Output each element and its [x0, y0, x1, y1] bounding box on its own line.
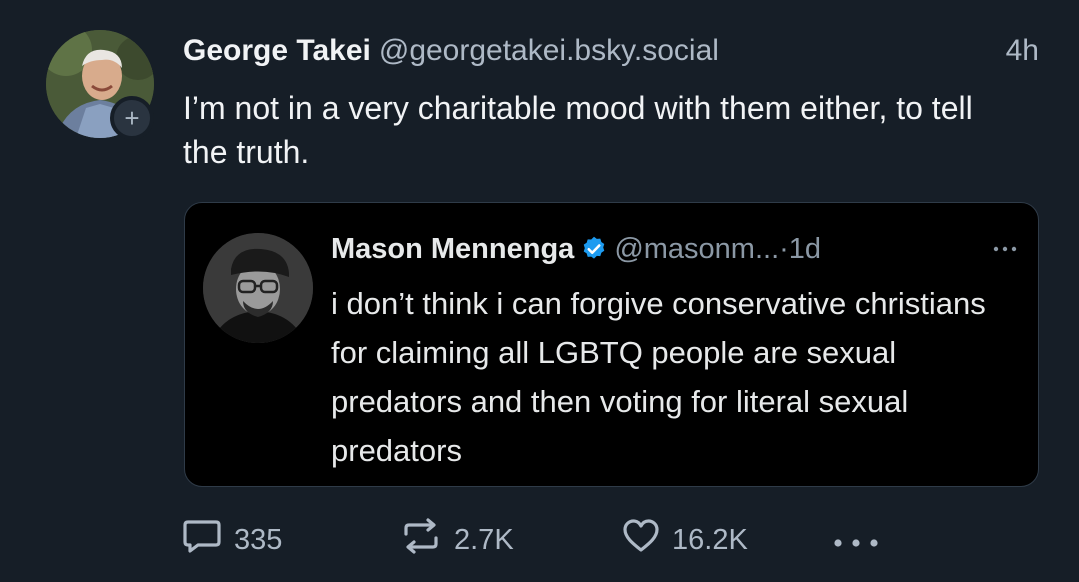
post-text: I’m not in a very charitable mood with t… — [183, 90, 973, 170]
quote-author-avatar[interactable] — [203, 233, 313, 343]
repost-button[interactable]: 2.7K — [400, 518, 514, 562]
heart-icon — [622, 518, 672, 562]
quote-author-name[interactable]: Mason Mennenga — [331, 233, 574, 265]
more-options-button[interactable] — [832, 518, 896, 562]
reply-count: 335 — [234, 523, 283, 556]
action-bar: 335 2.7K 16.2K — [182, 518, 902, 562]
like-button[interactable]: 16.2K — [622, 518, 748, 562]
like-count: 16.2K — [672, 523, 748, 556]
repost-count: 2.7K — [454, 523, 514, 556]
quote-header: Mason Mennenga @masonm...·1d — [331, 233, 1018, 273]
quoted-post[interactable]: Mason Mennenga @masonm...·1d i don’t thi… — [184, 202, 1039, 487]
verified-icon — [580, 235, 608, 268]
repost-icon — [400, 518, 454, 562]
quote-text: i don’t think i can forgive conservative… — [331, 286, 986, 468]
author-name[interactable]: George Takei — [183, 34, 371, 67]
follow-plus-icon[interactable]: + — [110, 96, 154, 140]
quote-more-icon[interactable] — [992, 233, 1018, 259]
reply-icon — [182, 518, 234, 562]
quote-timestamp[interactable]: 1d — [789, 233, 821, 265]
author-avatar-container[interactable]: + — [46, 30, 154, 140]
post: + George Takei @georgetakei.bsky.social 4… — [0, 0, 1079, 582]
more-icon — [832, 524, 896, 557]
post-timestamp[interactable]: 4h — [1006, 34, 1039, 68]
author-handle[interactable]: @georgetakei.bsky.social — [379, 34, 719, 67]
post-header: George Takei @georgetakei.bsky.social 4h — [183, 34, 1039, 74]
quote-separator: · — [779, 233, 789, 265]
reply-button[interactable]: 335 — [182, 518, 282, 562]
quote-author-handle[interactable]: @masonm... — [614, 233, 779, 265]
